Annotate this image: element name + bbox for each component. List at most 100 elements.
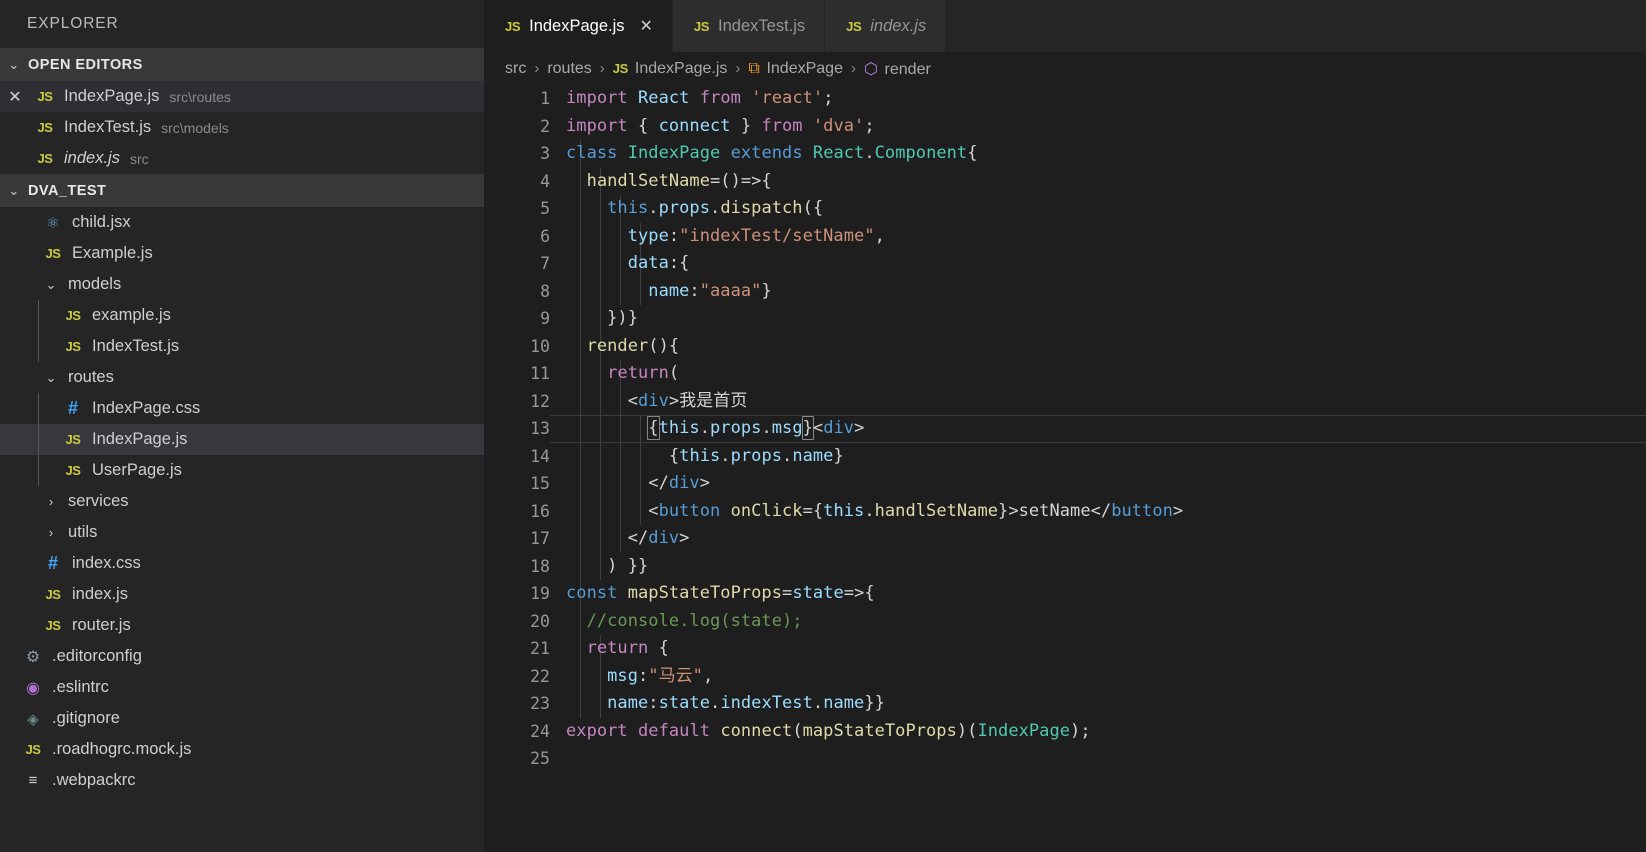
- tree-file[interactable]: JS example.js: [0, 300, 484, 331]
- tree-file[interactable]: JS router.js: [0, 610, 484, 641]
- breadcrumb-item[interactable]: ⬡ render: [864, 59, 931, 79]
- line-content: class IndexPage extends React.Component{: [566, 140, 978, 168]
- code-token: ,: [702, 665, 714, 686]
- breadcrumb-item[interactable]: ⧉ IndexPage: [748, 60, 843, 78]
- tree-file[interactable]: ◉ .eslintrc: [0, 672, 484, 703]
- tree-file[interactable]: JS IndexTest.js: [0, 331, 484, 362]
- tree-indent-guide: [38, 393, 39, 424]
- editor-tab[interactable]: JS index.js: [825, 0, 947, 52]
- tree-folder[interactable]: › utils: [0, 517, 484, 548]
- code-line: 18 ) }}: [484, 553, 1646, 581]
- code-token: ({: [802, 198, 824, 218]
- tree-file[interactable]: # index.css: [0, 548, 484, 579]
- tree-file[interactable]: ⚛ child.jsx: [0, 207, 484, 238]
- code-token: </: [1090, 500, 1112, 521]
- code-editor[interactable]: 1 import React from 'react'; 2 import { con…: [484, 85, 1646, 852]
- chevron-right-icon[interactable]: ›: [38, 494, 64, 509]
- code-token: :{: [668, 253, 690, 273]
- code-token: from: [761, 115, 803, 136]
- code-token: <: [627, 390, 639, 411]
- line-number: 8: [540, 281, 550, 301]
- close-icon[interactable]: ✕: [640, 16, 653, 36]
- code-token: React: [812, 143, 865, 163]
- tree-file[interactable]: JS index.js: [0, 579, 484, 610]
- code-token: }: [833, 445, 844, 466]
- tree-file[interactable]: ⚙ .editorconfig: [0, 641, 484, 672]
- js-icon: JS: [45, 246, 61, 261]
- js-icon: JS: [65, 432, 81, 447]
- tree-file[interactable]: ≡ .webpackrc: [0, 765, 484, 796]
- line-number: 6: [540, 226, 550, 246]
- open-editor-path: src\routes: [169, 88, 231, 105]
- tab-label: IndexTest.js: [718, 16, 806, 35]
- code-token: type: [627, 225, 669, 246]
- breadcrumb-label: render: [884, 60, 931, 78]
- code-token: ={: [802, 500, 824, 521]
- code-token: name: [792, 445, 834, 466]
- tree-folder[interactable]: ⌄ models: [0, 269, 484, 300]
- js-icon: JS: [45, 587, 61, 602]
- react-icon: ⚛: [46, 214, 60, 232]
- gear-icon: ⚙: [25, 648, 41, 666]
- code-token: .: [864, 500, 875, 521]
- section-header-open-editors[interactable]: ⌄ OPEN EDITORS: [0, 48, 484, 81]
- code-line: 11 return(: [484, 360, 1646, 388]
- line-number: 2: [540, 116, 550, 136]
- close-icon[interactable]: ✕: [0, 87, 30, 107]
- tree-file[interactable]: # IndexPage.css: [0, 393, 484, 424]
- tree-file[interactable]: JS IndexPage.js: [0, 424, 484, 455]
- code-token: ;: [864, 115, 875, 136]
- editor-tab[interactable]: JS IndexTest.js: [672, 0, 826, 52]
- line-number: 16: [530, 501, 550, 521]
- code-token: props: [658, 198, 711, 218]
- tree-file[interactable]: JS .roadhogrc.mock.js: [0, 734, 484, 765]
- code-token: state: [792, 583, 844, 603]
- tree-indent-guide: [38, 331, 39, 362]
- code-token: connect: [720, 720, 793, 741]
- line-number: 11: [530, 364, 550, 383]
- line-number: 12: [530, 391, 550, 411]
- line-content: name:"aaaa"}: [566, 278, 772, 306]
- breadcrumb-item[interactable]: JS IndexPage.js: [613, 60, 728, 78]
- code-token: {: [668, 445, 680, 466]
- line-number: 5: [540, 199, 550, 218]
- chevron-right-icon[interactable]: ›: [38, 525, 64, 540]
- open-editor-item[interactable]: JS IndexTest.js src\models: [0, 112, 484, 143]
- breadcrumb-item[interactable]: src: [505, 60, 526, 78]
- tree-folder[interactable]: ⌄ routes: [0, 362, 484, 393]
- chevron-down-icon[interactable]: ⌄: [38, 277, 64, 293]
- breadcrumb-item[interactable]: routes: [547, 60, 591, 78]
- tree-folder[interactable]: › services: [0, 486, 484, 517]
- tree-file[interactable]: JS Example.js: [0, 238, 484, 269]
- code-line: 22 msg:"马云",: [484, 663, 1646, 691]
- js-icon: JS: [65, 308, 81, 323]
- line-content: msg:"马云",: [566, 663, 713, 691]
- open-editor-item[interactable]: ✕ JS IndexPage.js src\routes: [0, 81, 484, 112]
- editor-tab[interactable]: JS IndexPage.js ✕: [484, 0, 673, 52]
- breadcrumb-label: routes: [547, 59, 592, 77]
- chevron-down-icon[interactable]: ⌄: [38, 370, 64, 386]
- open-editor-item[interactable]: JS index.js src: [0, 143, 484, 174]
- section-header-project[interactable]: ⌄ DVA_TEST: [0, 174, 484, 207]
- line-number: 17: [530, 529, 550, 548]
- tree-item-label: .gitignore: [52, 709, 120, 727]
- code-token: return: [586, 638, 649, 658]
- code-token: extends: [730, 143, 803, 163]
- chevron-down-icon: ⌄: [8, 56, 20, 72]
- code-token: msg: [771, 418, 803, 438]
- code-token: .: [710, 198, 721, 218]
- code-token: this: [823, 500, 865, 521]
- tree-file[interactable]: ◈ .gitignore: [0, 703, 484, 734]
- code-token: "马云": [648, 665, 703, 686]
- git-icon: ◈: [27, 710, 39, 728]
- code-token: :: [689, 280, 700, 301]
- tree-file[interactable]: JS UserPage.js: [0, 455, 484, 486]
- code-token: render: [586, 335, 649, 356]
